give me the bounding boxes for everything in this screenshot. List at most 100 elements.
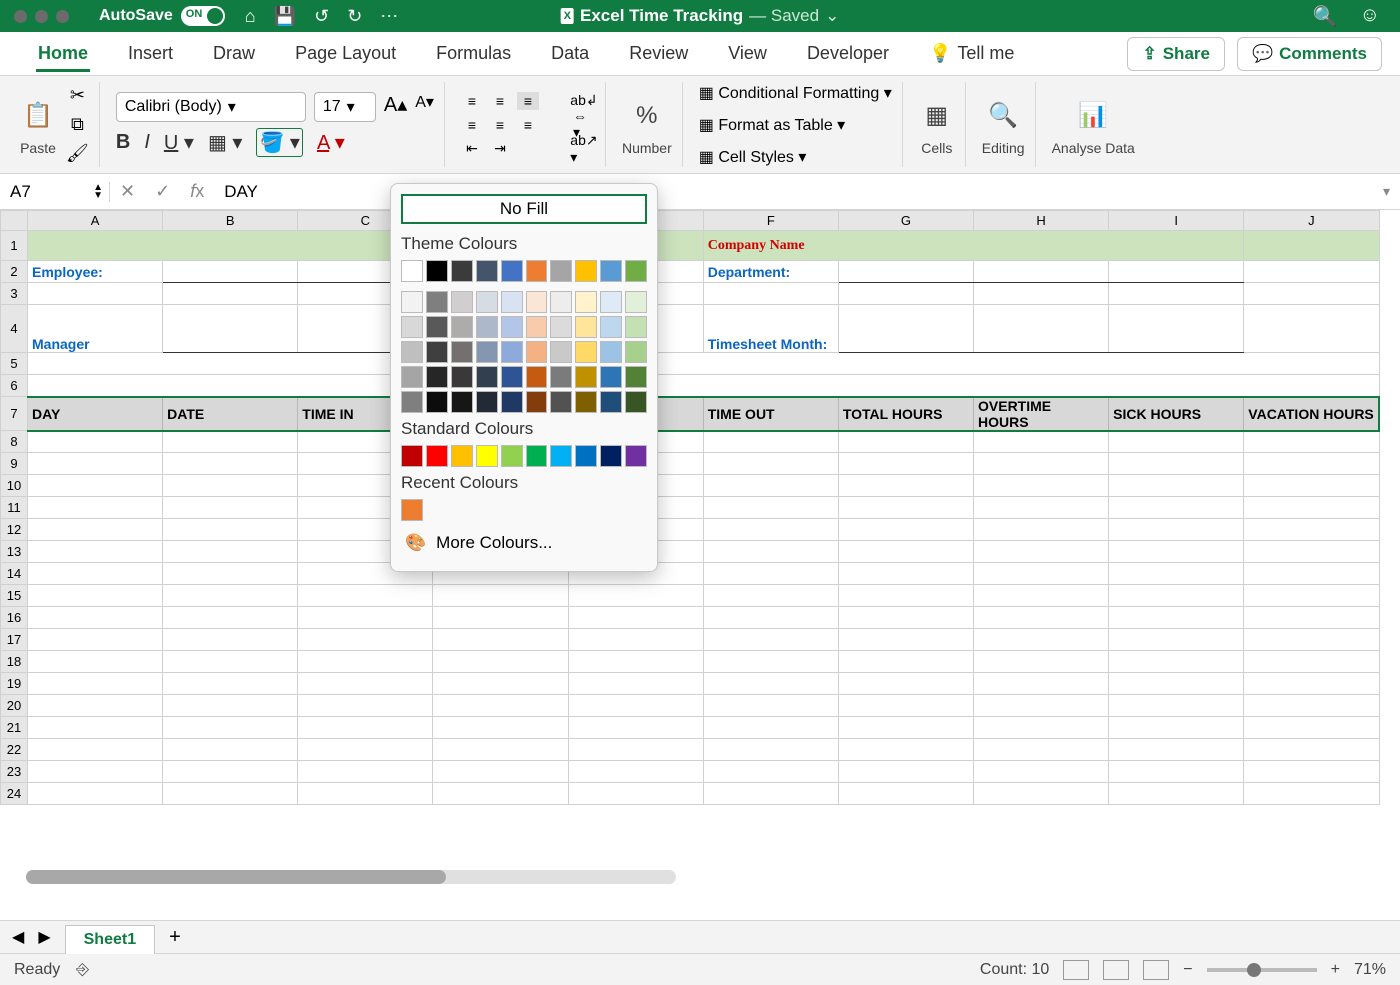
color-swatch[interactable] — [451, 445, 473, 467]
color-swatch[interactable] — [526, 391, 548, 413]
share-button[interactable]: ⇪Share — [1127, 37, 1225, 71]
italic-button[interactable]: I — [144, 131, 150, 154]
formula-content[interactable]: DAY — [214, 182, 258, 202]
add-sheet-icon[interactable]: + — [169, 926, 181, 949]
color-swatch[interactable] — [526, 445, 548, 467]
spreadsheet-grid[interactable]: ABCDEFGHIJ 1Company Name 2Employee:Depar… — [0, 210, 1400, 920]
sheet-next-icon[interactable]: ▶ — [38, 927, 50, 947]
cells-button[interactable]: ▦Cells — [919, 94, 955, 156]
color-swatch[interactable] — [401, 260, 423, 282]
accessibility-icon[interactable]: ⎆ — [76, 961, 89, 979]
expand-formula-icon[interactable]: ▾ — [1383, 183, 1400, 200]
tab-home[interactable]: Home — [18, 32, 108, 75]
color-swatch[interactable] — [426, 291, 448, 313]
search-icon[interactable]: 🔍 — [1313, 4, 1338, 29]
tab-insert[interactable]: Insert — [108, 32, 193, 75]
align-bot-icon[interactable]: ≡ — [517, 92, 539, 110]
bold-button[interactable]: B — [116, 131, 130, 154]
color-swatch[interactable] — [476, 391, 498, 413]
max-dot[interactable] — [56, 10, 69, 23]
font-color-button[interactable]: A ▾ — [317, 130, 345, 155]
analyse-data-button[interactable]: 📊Analyse Data — [1052, 94, 1135, 156]
align-mid-icon[interactable]: ≡ — [489, 92, 511, 110]
color-swatch[interactable] — [426, 316, 448, 338]
cell-styles[interactable]: ▦ Cell Styles ▾ — [699, 144, 892, 170]
color-swatch[interactable] — [451, 341, 473, 363]
font-name-select[interactable]: Calibri (Body)▾ — [116, 92, 306, 122]
color-swatch[interactable] — [575, 291, 597, 313]
indent-dec-icon[interactable]: ⇤ — [461, 140, 483, 158]
comments-button[interactable]: 💬Comments — [1237, 37, 1382, 71]
autosave-toggle[interactable] — [181, 6, 225, 26]
align-top-icon[interactable]: ≡ — [461, 92, 483, 110]
underline-button[interactable]: U ▾ — [164, 130, 194, 155]
indent-inc-icon[interactable]: ⇥ — [489, 140, 511, 158]
color-swatch[interactable] — [600, 366, 622, 388]
color-swatch[interactable] — [501, 341, 523, 363]
color-swatch[interactable] — [476, 260, 498, 282]
color-swatch[interactable] — [575, 445, 597, 467]
color-swatch[interactable] — [625, 260, 647, 282]
smiley-icon[interactable]: ☺ — [1360, 4, 1380, 29]
number-format[interactable]: % Number — [622, 94, 672, 156]
color-swatch[interactable] — [426, 366, 448, 388]
tab-view[interactable]: View — [708, 32, 787, 75]
color-swatch[interactable] — [625, 445, 647, 467]
color-swatch[interactable] — [575, 260, 597, 282]
color-swatch[interactable] — [600, 341, 622, 363]
align-right-icon[interactable]: ≡ — [517, 116, 539, 134]
color-swatch[interactable] — [401, 341, 423, 363]
color-swatch[interactable] — [625, 291, 647, 313]
home-icon[interactable]: ⌂ — [245, 6, 256, 27]
paste-button[interactable]: 📋 Paste — [20, 94, 56, 156]
tab-draw[interactable]: Draw — [193, 32, 275, 75]
zoom-slider[interactable] — [1207, 968, 1317, 972]
color-swatch[interactable] — [401, 499, 423, 521]
color-swatch[interactable] — [575, 341, 597, 363]
color-swatch[interactable] — [476, 445, 498, 467]
color-swatch[interactable] — [501, 291, 523, 313]
color-swatch[interactable] — [401, 391, 423, 413]
color-swatch[interactable] — [526, 260, 548, 282]
color-swatch[interactable] — [526, 291, 548, 313]
align-left-icon[interactable]: ≡ — [461, 116, 483, 134]
color-swatch[interactable] — [600, 316, 622, 338]
tab-data[interactable]: Data — [531, 32, 609, 75]
wrap-text-icon[interactable]: ab↲ — [573, 92, 595, 110]
zoom-out-icon[interactable]: − — [1183, 961, 1192, 979]
font-size-select[interactable]: 17▾ — [314, 92, 376, 122]
view-break-icon[interactable] — [1143, 960, 1169, 980]
color-swatch[interactable] — [550, 291, 572, 313]
color-swatch[interactable] — [575, 316, 597, 338]
color-swatch[interactable] — [401, 366, 423, 388]
color-swatch[interactable] — [451, 291, 473, 313]
redo-icon[interactable]: ↻ — [347, 6, 362, 27]
color-swatch[interactable] — [575, 391, 597, 413]
save-icon[interactable]: 💾 — [274, 6, 296, 27]
tab-formulas[interactable]: Formulas — [416, 32, 531, 75]
grow-font-icon[interactable]: A▴ — [384, 92, 407, 122]
window-controls[interactable] — [0, 10, 69, 23]
color-swatch[interactable] — [476, 316, 498, 338]
fill-color-button[interactable]: 🪣 ▾ — [256, 128, 303, 157]
color-swatch[interactable] — [426, 445, 448, 467]
color-swatch[interactable] — [451, 316, 473, 338]
color-swatch[interactable] — [401, 445, 423, 467]
undo-icon[interactable]: ↺ — [314, 6, 329, 27]
cancel-formula-icon[interactable]: ✕ — [110, 181, 145, 202]
horizontal-scrollbar[interactable] — [26, 870, 676, 884]
color-swatch[interactable] — [426, 341, 448, 363]
color-swatch[interactable] — [526, 316, 548, 338]
more-colours-option[interactable]: 🎨 More Colours... — [401, 525, 647, 561]
close-dot[interactable] — [14, 10, 27, 23]
color-swatch[interactable] — [501, 316, 523, 338]
column-headers[interactable]: ABCDEFGHIJ — [1, 211, 1380, 231]
color-swatch[interactable] — [501, 260, 523, 282]
color-swatch[interactable] — [476, 366, 498, 388]
color-swatch[interactable] — [625, 366, 647, 388]
accept-formula-icon[interactable]: ✓ — [145, 181, 180, 202]
conditional-formatting[interactable]: ▦ Conditional Formatting ▾ — [699, 80, 892, 106]
color-swatch[interactable] — [501, 366, 523, 388]
color-swatch[interactable] — [451, 391, 473, 413]
editing-button[interactable]: 🔍Editing — [982, 94, 1025, 156]
